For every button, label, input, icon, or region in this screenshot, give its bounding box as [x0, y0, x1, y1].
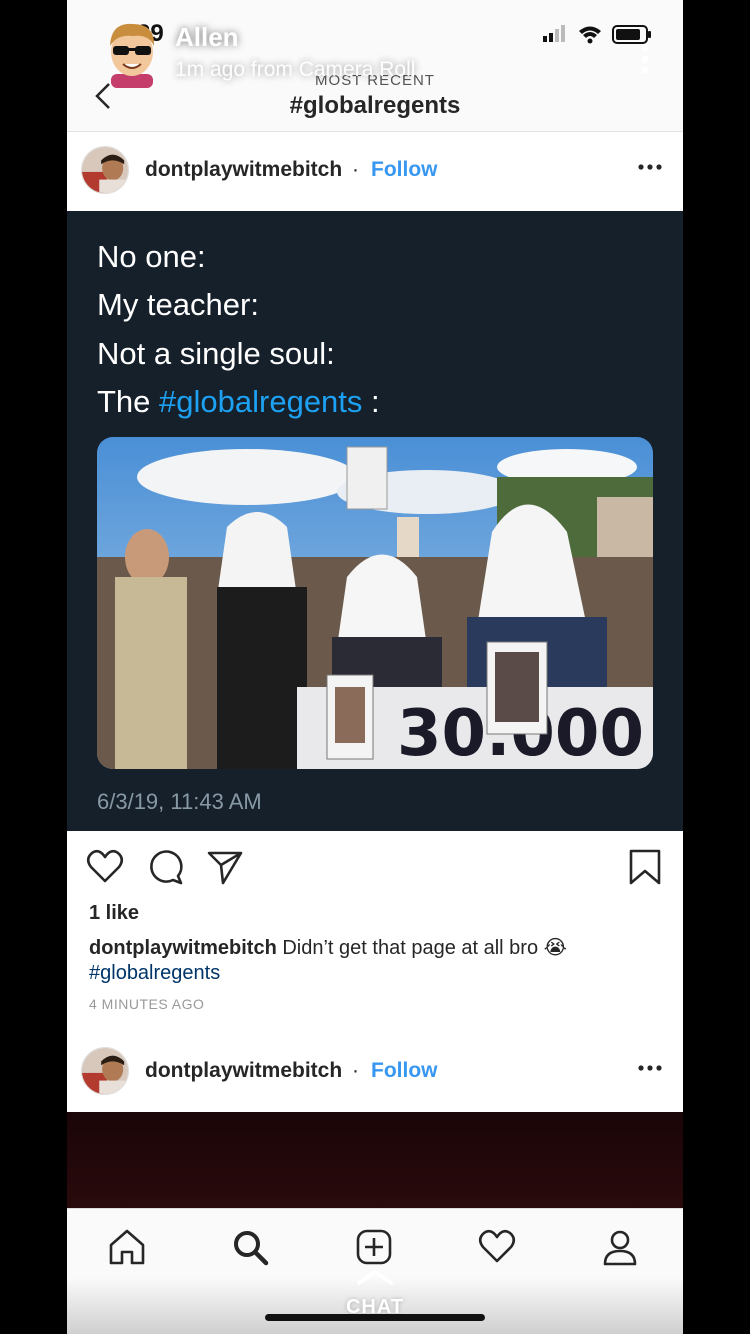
caption-username[interactable]: dontplaywitmebitch: [89, 937, 277, 959]
post-header: dontplaywitmebitch · Follow: [67, 132, 683, 210]
heart-icon[interactable]: [477, 1227, 517, 1267]
bitmoji-avatar[interactable]: [97, 16, 167, 88]
header-title: #globalregents: [289, 92, 461, 119]
more-horizontal-icon[interactable]: [637, 154, 663, 180]
post-image-tweet[interactable]: No one: My teacher: Not a single soul: T…: [67, 211, 683, 831]
separator-dot: ·: [352, 158, 359, 181]
caption-text: Didn’t get that page at all bro 😭: [276, 937, 568, 959]
protest-photo: 30.000: [97, 437, 653, 769]
post-caption: dontplaywitmebitch Didn’t get that page …: [89, 936, 669, 986]
chat-swipe-up[interactable]: [67, 1268, 683, 1291]
post-header: dontplaywitmebitch · Follow: [67, 1033, 683, 1111]
follow-button[interactable]: Follow: [371, 158, 438, 182]
add-post-icon[interactable]: [354, 1227, 394, 1267]
home-indicator[interactable]: [265, 1314, 485, 1321]
user-avatar[interactable]: [81, 1047, 129, 1095]
home-icon[interactable]: [107, 1227, 147, 1267]
tweet-line: No one:: [97, 239, 206, 274]
user-avatar[interactable]: [81, 146, 129, 194]
tweet-timestamp: 6/3/19, 11:43 AM: [97, 789, 262, 814]
heart-icon[interactable]: [85, 847, 125, 887]
post-action-bar: [67, 831, 683, 901]
tweet-text: The: [97, 384, 160, 419]
tweet-text: :: [362, 384, 380, 419]
snap-more-icon[interactable]: [639, 44, 651, 74]
separator-dot: ·: [352, 1059, 359, 1082]
status-bar-icons: [543, 25, 651, 44]
search-icon[interactable]: [230, 1227, 270, 1267]
next-post-image[interactable]: [67, 1112, 683, 1212]
caption-hashtag[interactable]: #globalregents: [89, 962, 220, 984]
post-time-ago: 4 MINUTES AGO: [89, 996, 205, 1012]
profile-icon[interactable]: [600, 1227, 640, 1267]
tweet-hashtag: #globalregents: [159, 384, 363, 419]
like-count[interactable]: 1 like: [89, 902, 139, 925]
tweet-line: My teacher:: [97, 287, 259, 322]
chevron-up-icon[interactable]: [355, 1268, 395, 1286]
snap-sender-name[interactable]: Allen: [175, 22, 239, 53]
more-horizontal-icon[interactable]: [637, 1055, 663, 1081]
follow-button[interactable]: Follow: [371, 1059, 438, 1083]
snap-meta: 1m ago from Camera Roll: [175, 58, 416, 81]
bookmark-icon[interactable]: [625, 847, 665, 887]
comment-icon[interactable]: [145, 847, 185, 887]
tweet-line-hashtag: The #globalregents :: [97, 384, 380, 420]
tweet-line: Not a single soul:: [97, 336, 335, 371]
post-username[interactable]: dontplaywitmebitch: [145, 158, 342, 182]
post-username[interactable]: dontplaywitmebitch: [145, 1059, 342, 1083]
send-icon[interactable]: [205, 847, 245, 887]
phone-screen: MOST RECENT #globalregents 29 Allen 1m a…: [67, 0, 683, 1334]
